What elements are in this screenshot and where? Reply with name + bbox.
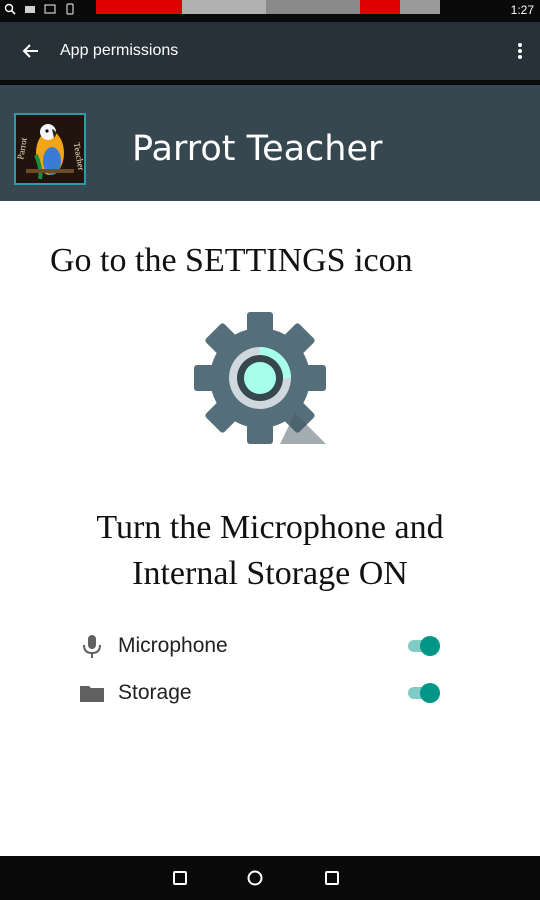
- back-arrow-icon[interactable]: [20, 40, 42, 62]
- notification-icon: [25, 6, 35, 13]
- microphone-toggle[interactable]: [408, 636, 440, 656]
- status-time: 1:27: [510, 3, 534, 17]
- image-icon: [44, 4, 56, 14]
- microphone-icon: [83, 635, 101, 658]
- status-left-icons: [4, 3, 76, 15]
- screen: 1:27 App permissions Parrot Teacher Parr…: [0, 0, 540, 900]
- settings-gear-icon: [194, 312, 326, 444]
- instruction-permissions-line-1: Turn the Microphone and: [96, 509, 444, 546]
- instruction-settings: Go to the SETTINGS icon: [50, 242, 413, 279]
- parrot-teacher-logo: Parrot Teacher: [14, 113, 86, 185]
- instruction-permissions-line-2: Internal Storage ON: [132, 555, 408, 592]
- back-square-icon[interactable]: [322, 868, 342, 888]
- folder-icon: [80, 686, 104, 702]
- permission-label-microphone: Microphone: [118, 634, 228, 657]
- navigation-bar: [0, 856, 540, 900]
- app-bar-title: App permissions: [60, 42, 179, 59]
- permission-row-storage[interactable]: Storage: [0, 671, 540, 715]
- status-notification-strip: [96, 0, 440, 14]
- app-name: Parrot Teacher: [132, 129, 383, 169]
- overflow-menu-icon[interactable]: [512, 40, 528, 62]
- instruction-permissions: Turn the Microphone and Internal Storage…: [40, 505, 500, 597]
- toggle-thumb: [420, 636, 440, 656]
- permission-label-storage: Storage: [118, 681, 192, 704]
- toggle-thumb: [420, 683, 440, 703]
- search-icon: [4, 3, 16, 15]
- app-header-banner: Parrot Teacher Parrot Teacher: [0, 85, 540, 201]
- recents-square-icon[interactable]: [170, 868, 190, 888]
- home-circle-icon[interactable]: [245, 868, 265, 888]
- parrot-icon: Parrot Teacher: [16, 115, 84, 183]
- status-right-icons: 1:27: [479, 3, 534, 17]
- app-bar: App permissions: [0, 22, 540, 80]
- storage-toggle[interactable]: [408, 683, 440, 703]
- permission-row-microphone[interactable]: Microphone: [0, 624, 540, 668]
- status-bar: 1:27: [0, 0, 540, 22]
- phone-icon: [66, 3, 74, 15]
